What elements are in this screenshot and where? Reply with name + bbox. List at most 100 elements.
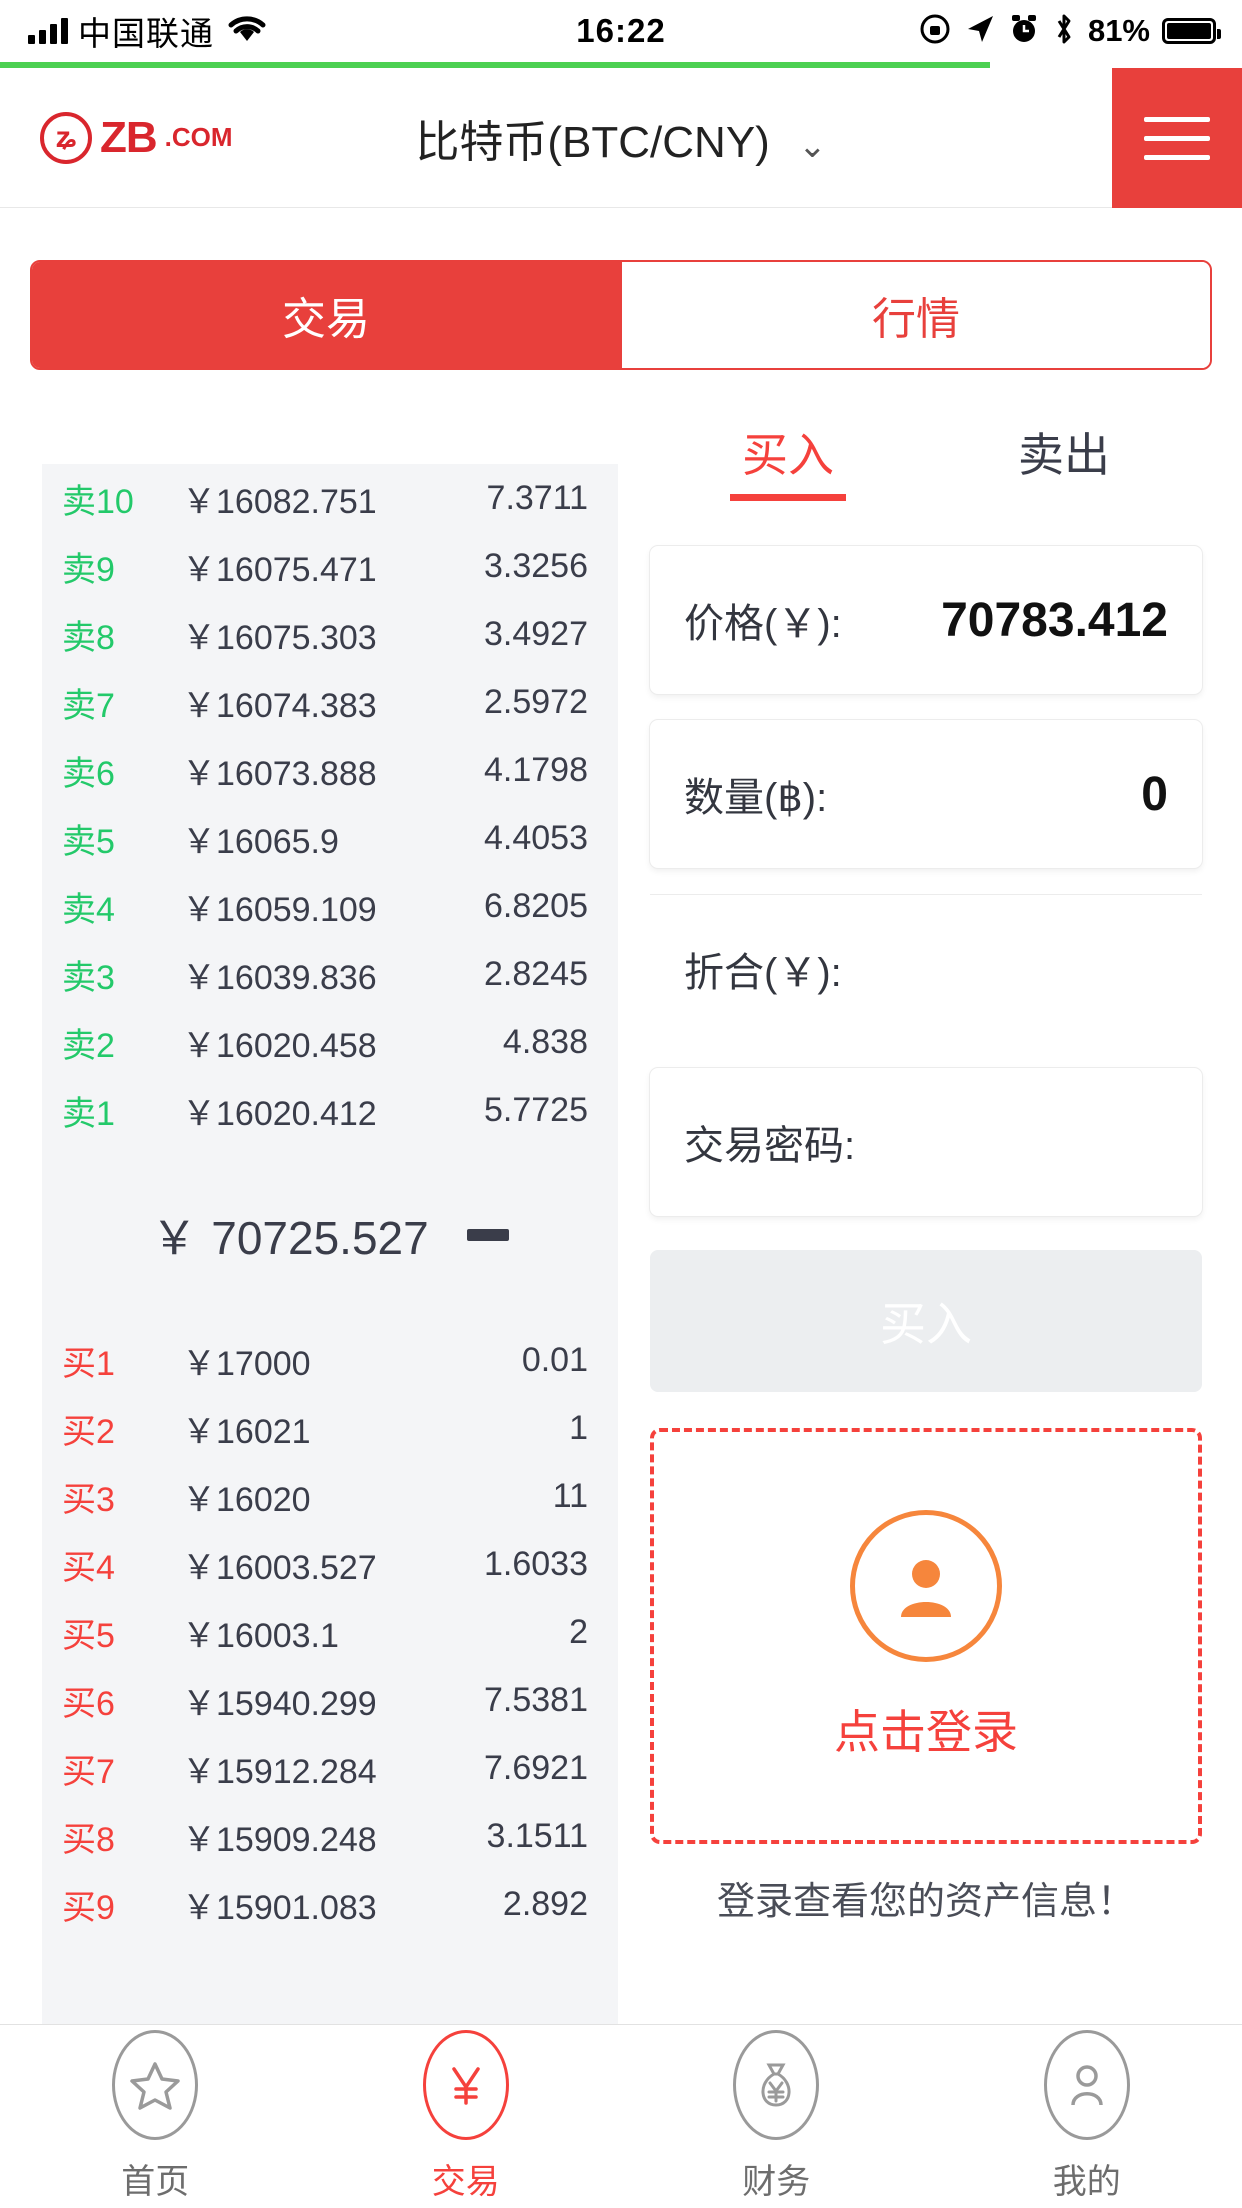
- order-row-tag: 买9: [62, 1888, 115, 1927]
- order-row-amount: 2.8245: [484, 954, 588, 993]
- order-row-price: ￥17000: [182, 1344, 311, 1383]
- total-field[interactable]: 折合(￥):: [650, 894, 1202, 1042]
- main-tab-bar: 交易 行情: [30, 260, 1212, 370]
- order-row-tag: 卖10: [62, 482, 134, 521]
- order-book-row[interactable]: 卖3 ￥16039.836 2.8245: [42, 940, 618, 1008]
- order-book-row[interactable]: 卖10 ￥16082.751 7.3711: [42, 464, 618, 532]
- tab-market[interactable]: 行情: [620, 262, 1210, 368]
- last-price-value: ￥ 70725.527: [151, 1202, 428, 1268]
- order-row-price: ￥16020.412: [182, 1094, 377, 1133]
- yuan-trade-icon: [422, 2030, 509, 2140]
- amount-field[interactable]: 数量(฿): 0: [650, 720, 1202, 868]
- order-row-tag: 买2: [62, 1412, 115, 1451]
- tab-buy[interactable]: 买入: [650, 419, 926, 501]
- order-book-row[interactable]: 买2 ￥16021 1: [42, 1394, 618, 1462]
- trade-password-label: 交易密码:: [684, 1124, 856, 1168]
- order-book-row[interactable]: 卖5 ￥16065.9 4.4053: [42, 804, 618, 872]
- hamburger-menu-icon[interactable]: [1112, 68, 1242, 208]
- nav-item-trade[interactable]: 交易: [311, 2025, 622, 2208]
- order-book-row[interactable]: 卖6 ￥16073.888 4.1798: [42, 736, 618, 804]
- order-row-price: ￥16020: [182, 1480, 311, 1519]
- order-row-amount: 2: [569, 1612, 588, 1651]
- order-book-row[interactable]: 买8 ￥15909.248 3.1511: [42, 1802, 618, 1870]
- order-row-tag: 卖2: [62, 1026, 115, 1065]
- order-book-row[interactable]: 卖4 ￥16059.109 6.8205: [42, 872, 618, 940]
- trade-password-field[interactable]: 交易密码:: [650, 1068, 1202, 1216]
- order-book-panel[interactable]: 卖10 ￥16082.751 7.3711 卖9 ￥16075.471 3.3256 卖8 ￥…: [42, 464, 618, 2024]
- order-row-price: ￥16059.109: [182, 890, 377, 929]
- order-row-price: ￥15901.083: [182, 1888, 377, 1927]
- zb-logo-mark-icon: ʑ: [40, 111, 92, 164]
- buy-orders-list: 买1 ￥17000 0.01 买2 ￥16021 1 买3 ￥16020 11 买4 ￥16003.…: [42, 1326, 618, 1938]
- order-book-row[interactable]: 卖1 ￥16020.412 5.7725: [42, 1076, 618, 1144]
- money-bag-icon: [733, 2030, 820, 2140]
- nav-label-trade: 交易: [431, 2163, 500, 2201]
- order-row-price: ￥15909.248: [182, 1820, 377, 1859]
- chevron-down-icon: ⌄: [798, 126, 827, 165]
- order-row-tag: 卖9: [62, 550, 115, 589]
- last-price-number: 70725.527: [211, 1212, 429, 1264]
- order-side-tabs: 买入 卖出: [650, 400, 1202, 520]
- order-row-price: ￥16075.303: [182, 618, 377, 657]
- order-row-amount: 0.01: [521, 1340, 588, 1379]
- price-field[interactable]: 价格(￥): 70783.412: [650, 546, 1202, 694]
- order-row-tag: 买7: [62, 1752, 115, 1791]
- nav-label-finance: 财务: [742, 2163, 811, 2201]
- order-row-tag: 买6: [62, 1684, 115, 1723]
- order-row-tag: 卖5: [62, 822, 115, 861]
- order-book-row[interactable]: 卖2 ￥16020.458 4.838: [42, 1008, 618, 1076]
- order-row-tag: 卖6: [62, 754, 115, 793]
- submit-buy-button[interactable]: 买入: [650, 1250, 1202, 1392]
- order-book-row[interactable]: 买6 ￥15940.299 7.5381: [42, 1666, 618, 1734]
- order-row-amount: 1: [569, 1408, 588, 1447]
- price-trend-flat-icon: [466, 1229, 509, 1241]
- order-row-amount: 5.7725: [484, 1090, 588, 1129]
- amount-field-label: 数量(฿):: [684, 776, 828, 820]
- order-row-price: ￥16039.836: [182, 958, 377, 997]
- nav-item-home[interactable]: 首页: [0, 2025, 311, 2208]
- app-header: ʑ ZB .COM 比特币(BTC/CNY) ⌄: [0, 68, 1242, 208]
- order-book-row[interactable]: 买7 ￥15912.284 7.6921: [42, 1734, 618, 1802]
- tab-sell[interactable]: 卖出: [926, 419, 1202, 501]
- order-row-price: ￥15912.284: [182, 1752, 377, 1791]
- login-cta-label: 点击登录: [834, 1706, 1018, 1758]
- order-row-price: ￥16074.383: [182, 686, 377, 725]
- order-book-row[interactable]: 买9 ￥15901.083 2.892: [42, 1870, 618, 1938]
- last-price-row: ￥ 70725.527: [42, 1144, 618, 1326]
- status-bar: 中国联通 16:22 81%: [0, 0, 1242, 62]
- order-row-price: ￥15940.299: [182, 1684, 377, 1723]
- trade-form-panel: 买入 卖出 价格(￥): 70783.412 数量(฿): 0 折合(￥): 交…: [650, 400, 1202, 1925]
- order-row-tag: 买1: [62, 1344, 115, 1383]
- order-row-amount: 7.6921: [484, 1748, 588, 1787]
- order-book-row[interactable]: 买5 ￥16003.1 2: [42, 1598, 618, 1666]
- order-row-tag: 卖7: [62, 686, 115, 725]
- order-row-tag: 卖8: [62, 618, 115, 657]
- order-row-price: ￥16073.888: [182, 754, 377, 793]
- order-book-row[interactable]: 卖8 ￥16075.303 3.4927: [42, 600, 618, 668]
- bottom-navigation-bar: 首页 交易 财务 我的: [0, 2024, 1242, 2208]
- main-content: 卖10 ￥16082.751 7.3711 卖9 ￥16075.471 3.3256 卖8 ￥…: [0, 400, 1242, 2024]
- nav-item-finance[interactable]: 财务: [621, 2025, 932, 2208]
- order-row-amount: 7.3711: [486, 478, 588, 517]
- order-row-amount: 3.4927: [484, 614, 588, 653]
- order-book-row[interactable]: 买1 ￥17000 0.01: [42, 1326, 618, 1394]
- price-field-value: 70783.412: [941, 593, 1168, 647]
- order-row-price: ￥16020.458: [182, 1026, 377, 1065]
- order-row-price: ￥16021: [182, 1412, 311, 1451]
- zb-logo-suffix: .COM: [164, 122, 233, 152]
- app-root: 中国联通 16:22 81% ʑ ZB .COM 比特币(BTC/CNY) ⌄ …: [0, 0, 1242, 2208]
- order-book-row[interactable]: 买3 ￥16020 11: [42, 1462, 618, 1530]
- order-row-amount: 11: [552, 1476, 588, 1515]
- currency-symbol: ￥: [151, 1212, 198, 1264]
- tab-trade[interactable]: 交易: [32, 262, 620, 368]
- order-book-row[interactable]: 卖7 ￥16074.383 2.5972: [42, 668, 618, 736]
- order-row-amount: 4.1798: [484, 750, 588, 789]
- person-icon: [1043, 2030, 1130, 2140]
- order-book-row[interactable]: 卖9 ￥16075.471 3.3256: [42, 532, 618, 600]
- order-row-tag: 买4: [62, 1548, 115, 1587]
- order-row-tag: 卖4: [62, 890, 115, 929]
- login-prompt-panel[interactable]: 点击登录: [650, 1428, 1202, 1844]
- nav-item-profile[interactable]: 我的: [932, 2025, 1242, 2208]
- order-book-row[interactable]: 买4 ￥16003.527 1.6033: [42, 1530, 618, 1598]
- zb-logo[interactable]: ʑ ZB .COM: [0, 111, 233, 164]
